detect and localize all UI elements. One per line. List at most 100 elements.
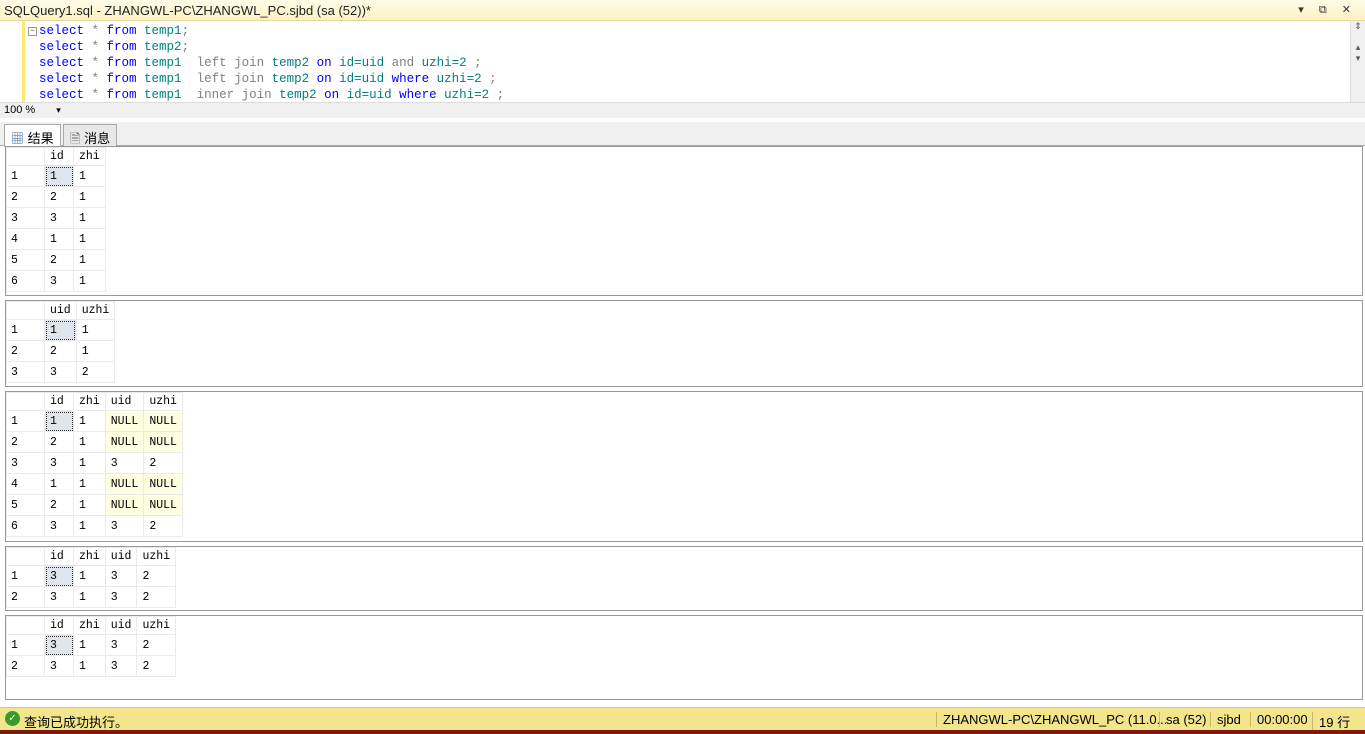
cell[interactable]: 1 <box>73 249 106 271</box>
column-header[interactable]: uzhi <box>136 547 177 566</box>
cell[interactable]: 1 <box>73 228 106 250</box>
column-header[interactable]: zhi <box>73 147 106 166</box>
cell[interactable]: 2 <box>143 452 183 474</box>
column-header[interactable]: uzhi <box>136 616 177 635</box>
cell[interactable]: 1 <box>73 494 106 516</box>
column-header[interactable]: id <box>44 147 74 166</box>
table-row[interactable]: 331 <box>6 207 106 229</box>
cell[interactable]: 3 <box>44 207 74 229</box>
cell[interactable]: 1 <box>44 165 74 187</box>
cell[interactable]: 3 <box>44 655 74 677</box>
row-number[interactable]: 4 <box>6 473 45 495</box>
cell[interactable]: 3 <box>104 515 145 537</box>
table-row[interactable]: 13132 <box>6 634 177 656</box>
cell[interactable]: 1 <box>44 473 74 495</box>
cell[interactable]: 2 <box>44 431 74 453</box>
table-row[interactable]: 23132 <box>6 586 177 608</box>
result-grid[interactable]: id zhi uid uzhi 1 3 1 3 2 2 3 1 3 2 <box>5 546 1363 611</box>
cell[interactable]: 3 <box>104 586 138 608</box>
table-row[interactable]: 5 2 1 NULL NULL <box>6 494 183 516</box>
corner-cell[interactable] <box>6 147 45 166</box>
table-row[interactable]: 23132 <box>6 655 177 677</box>
table-row[interactable]: 221 <box>6 340 116 362</box>
window-controls[interactable]: ▾ ⧉ ✕ <box>1298 3 1357 17</box>
column-header[interactable]: zhi <box>73 547 106 566</box>
result-grid[interactable]: id zhi 1 1 1 2 2 1 3 3 1 4 1 1 5 2 1 6 3 1 <box>5 146 1363 296</box>
cell[interactable]: NULL <box>143 473 183 495</box>
row-number[interactable]: 6 <box>6 515 45 537</box>
table-row[interactable]: 111 <box>6 319 116 341</box>
cell[interactable]: 2 <box>44 186 74 208</box>
row-number[interactable]: 6 <box>6 270 45 292</box>
cell[interactable]: 1 <box>73 634 106 656</box>
column-header[interactable]: id <box>44 616 74 635</box>
row-number[interactable]: 3 <box>6 452 45 474</box>
table-row[interactable]: 33132 <box>6 452 183 474</box>
column-header[interactable]: id <box>44 392 74 411</box>
column-header[interactable]: uid <box>104 547 138 566</box>
cell[interactable]: 1 <box>73 410 106 432</box>
row-number[interactable]: 1 <box>6 410 45 432</box>
cell[interactable]: 2 <box>136 586 177 608</box>
cell[interactable]: 1 <box>73 165 106 187</box>
column-header[interactable]: uid <box>104 616 138 635</box>
row-number[interactable]: 3 <box>6 207 45 229</box>
result-grid[interactable]: uid uzhi 1 1 1 2 2 1 3 3 2 <box>5 300 1363 387</box>
table-row[interactable]: 411 <box>6 228 106 250</box>
cell[interactable]: 2 <box>136 634 177 656</box>
tab-messages[interactable]: 🗎 消息 <box>63 124 118 146</box>
cell[interactable]: 1 <box>73 207 106 229</box>
cell[interactable]: 3 <box>44 565 74 587</box>
column-header[interactable]: uid <box>44 301 77 320</box>
column-header[interactable]: zhi <box>73 392 106 411</box>
cell[interactable]: 3 <box>104 452 145 474</box>
cell[interactable]: 3 <box>44 361 77 383</box>
cell[interactable]: 1 <box>73 565 106 587</box>
cell[interactable]: 1 <box>73 186 106 208</box>
row-number[interactable]: 2 <box>6 431 45 453</box>
row-number[interactable]: 2 <box>6 655 45 677</box>
cell[interactable]: 3 <box>44 270 74 292</box>
corner-cell[interactable] <box>6 547 45 566</box>
row-number[interactable]: 5 <box>6 494 45 516</box>
column-header[interactable]: uid <box>104 392 145 411</box>
cell[interactable]: NULL <box>104 473 145 495</box>
row-number[interactable]: 4 <box>6 228 45 250</box>
chevron-down-icon[interactable]: ▾ <box>56 105 61 115</box>
tab-results[interactable]: ▦ 结果 <box>4 124 61 147</box>
table-row[interactable]: 63132 <box>6 515 183 537</box>
cell[interactable]: 1 <box>73 515 106 537</box>
column-header[interactable]: uzhi <box>143 392 183 411</box>
cell[interactable]: 1 <box>44 228 74 250</box>
cell[interactable]: 1 <box>73 473 106 495</box>
cell[interactable]: 1 <box>75 319 116 341</box>
zoom-select[interactable]: 100 % <box>4 104 35 116</box>
table-row[interactable]: 13132 <box>6 565 177 587</box>
row-number[interactable]: 2 <box>6 586 45 608</box>
cell[interactable]: NULL <box>104 431 145 453</box>
table-row[interactable]: 332 <box>6 361 116 383</box>
cell[interactable]: 2 <box>136 565 177 587</box>
row-number[interactable]: 1 <box>6 634 45 656</box>
cell[interactable]: NULL <box>143 410 183 432</box>
cell[interactable]: 1 <box>44 319 77 341</box>
table-row[interactable]: 221 <box>6 186 106 208</box>
cell[interactable]: 1 <box>73 270 106 292</box>
cell[interactable]: 3 <box>44 515 74 537</box>
corner-cell[interactable] <box>6 616 45 635</box>
cell[interactable]: 1 <box>44 410 74 432</box>
cell[interactable]: 3 <box>104 634 138 656</box>
result-grid[interactable]: id zhi uid uzhi 1 3 1 3 2 2 3 1 3 2 <box>5 615 1363 700</box>
table-row[interactable]: 631 <box>6 270 106 292</box>
cell[interactable]: 1 <box>73 586 106 608</box>
cell[interactable]: 2 <box>75 361 116 383</box>
row-number[interactable]: 3 <box>6 361 45 383</box>
cell[interactable]: 2 <box>143 515 183 537</box>
cell[interactable]: 1 <box>75 340 116 362</box>
row-number[interactable]: 2 <box>6 340 45 362</box>
result-grid[interactable]: id zhi uid uzhi 1 1 1 NULL NULL 2 2 1 NULL NULL 3 3 1 3 2 4… <box>5 391 1363 542</box>
cell[interactable]: NULL <box>104 494 145 516</box>
cell[interactable]: NULL <box>143 494 183 516</box>
cell[interactable]: 2 <box>44 494 74 516</box>
column-header[interactable]: uzhi <box>75 301 116 320</box>
